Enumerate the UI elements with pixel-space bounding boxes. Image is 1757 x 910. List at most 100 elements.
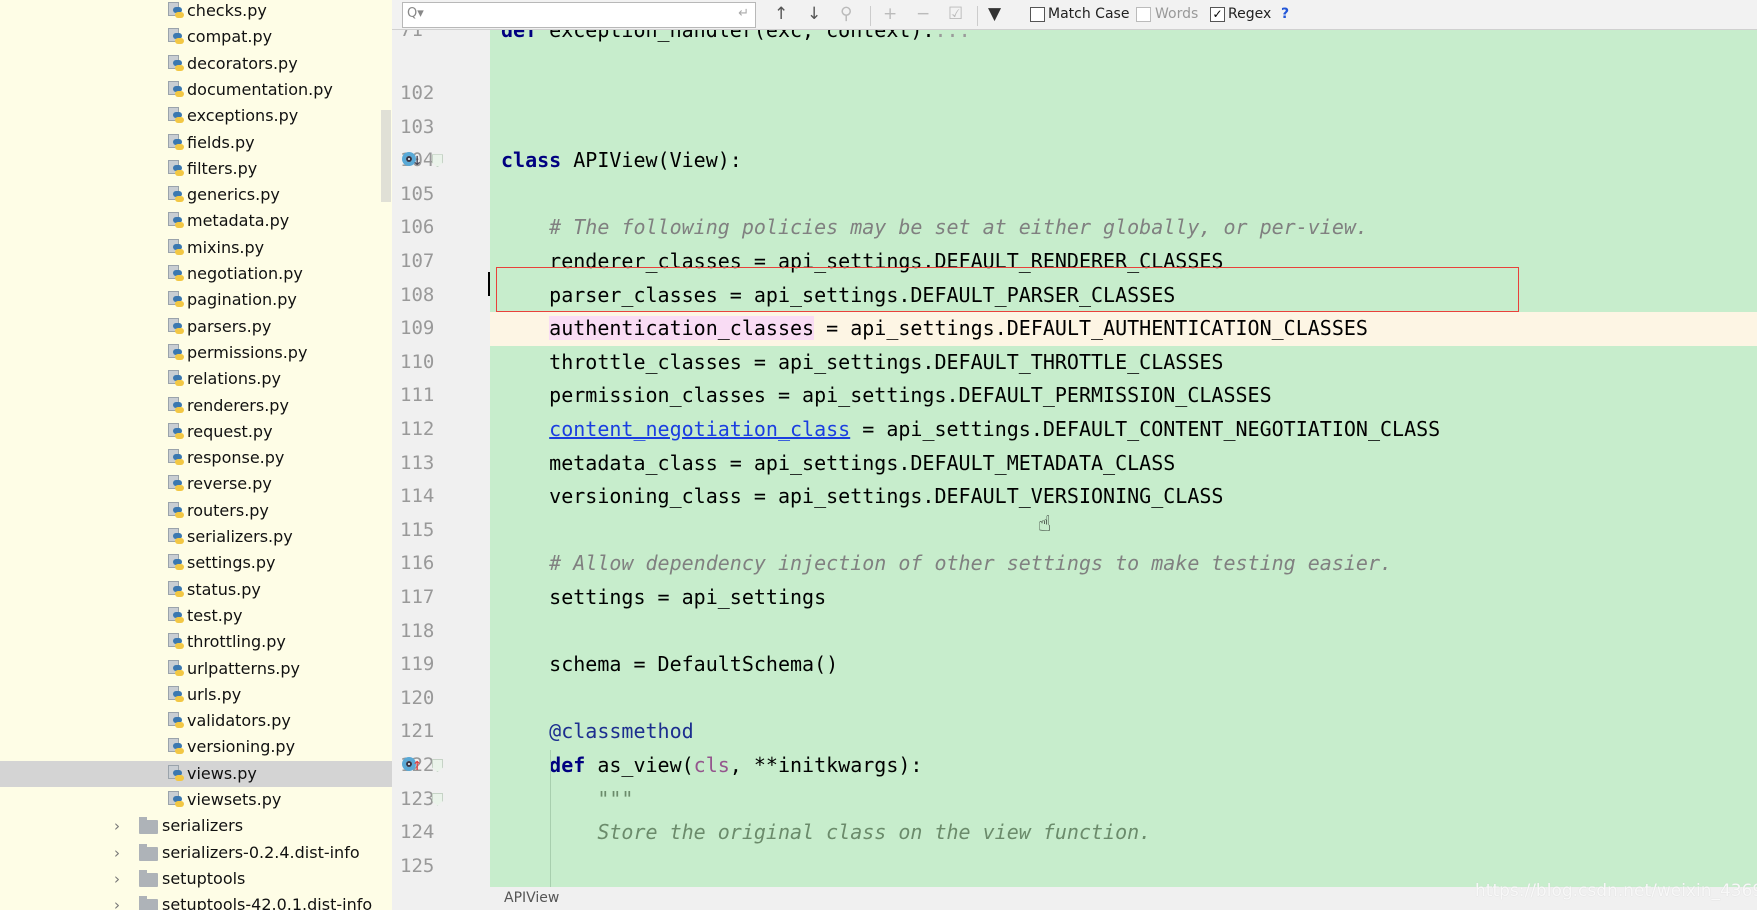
chevron-right-icon[interactable]: › [114, 892, 120, 910]
search-input[interactable]: Q▾ ↵ [402, 2, 756, 28]
code-token: # Allow dependency injection of other se… [501, 551, 1393, 576]
code-line: 105 [392, 178, 1757, 212]
file-item[interactable]: serializers.py [0, 524, 392, 550]
python-file-icon [168, 580, 184, 599]
code-token: APIView(View): [573, 148, 742, 173]
file-item[interactable]: response.py [0, 445, 392, 471]
python-file-icon [168, 528, 184, 546]
file-item[interactable]: routers.py [0, 498, 392, 524]
file-item[interactable]: throttling.py [0, 629, 392, 655]
folder-name: serializers [162, 816, 244, 836]
file-name: versioning.py [187, 737, 296, 757]
match-case-label[interactable]: Match Case [1048, 6, 1129, 22]
code-line: 109 authentication_classes = api_setting… [392, 312, 1757, 346]
code-text: throttle_classes = api_settings.DEFAULT_… [501, 346, 1223, 380]
code-link[interactable]: content_negotiation_class [549, 417, 850, 441]
python-file-icon [168, 80, 184, 99]
regex-label[interactable]: Regex [1228, 6, 1271, 22]
code-token: settings = api_settings [501, 585, 827, 609]
file-item[interactable]: metadata.py [0, 208, 392, 234]
file-item[interactable]: test.py [0, 603, 392, 629]
file-item[interactable]: views.py [0, 760, 392, 787]
file-item[interactable]: request.py [0, 419, 392, 445]
line-number: 111 [400, 384, 435, 407]
file-item[interactable]: settings.py [0, 550, 392, 576]
folder-item[interactable]: › setuptools [0, 866, 392, 892]
chevron-right-icon[interactable]: › [114, 840, 120, 866]
python-file-icon [168, 501, 184, 520]
hand-cursor-icon: ☝ [1038, 512, 1052, 537]
file-name: checks.py [187, 1, 267, 20]
find-toolbar: Q▾ ↵ ↑ ↓ ⚲ + − ☑ ▼ Match Case Words ✓ Re… [392, 0, 1757, 30]
python-file-icon [168, 238, 184, 257]
select-all-occurrences-icon[interactable]: ☑ [948, 4, 963, 24]
file-name: throttling.py [187, 632, 286, 652]
folder-item[interactable]: › setuptools-42.0.1.dist-info [0, 892, 392, 910]
file-item[interactable]: renderers.py [0, 393, 392, 419]
add-occurrence-icon[interactable]: + [883, 4, 897, 24]
file-name: renderers.py [187, 395, 289, 415]
folder-icon [139, 817, 158, 835]
file-name: request.py [187, 421, 273, 441]
file-item[interactable]: documentation.py [0, 77, 392, 103]
file-name: permissions.py [187, 342, 308, 362]
regex-checkbox[interactable]: ✓ [1210, 7, 1225, 22]
new-line-icon[interactable]: ↵ [738, 6, 749, 21]
next-occurrence-icon[interactable]: ↓ [807, 4, 821, 24]
words-label[interactable]: Words [1155, 6, 1198, 22]
file-item[interactable]: reverse.py [0, 471, 392, 497]
match-case-checkbox[interactable] [1030, 7, 1045, 22]
file-item[interactable]: parsers.py [0, 314, 392, 340]
file-item[interactable]: relations.py [0, 366, 392, 392]
code-token: Store the original class on the view fun… [501, 820, 1152, 845]
file-item[interactable]: urlpatterns.py [0, 656, 392, 682]
file-item[interactable]: decorators.py [0, 51, 392, 77]
file-item[interactable]: viewsets.py [0, 787, 392, 813]
python-file-icon [168, 28, 184, 46]
code-text: Store the original class on the view fun… [501, 816, 1151, 850]
filter-icon[interactable]: ▼ [988, 4, 1001, 24]
code-token: = api_settings.DEFAULT_CONTENT_NEGOTIATI… [850, 417, 1441, 441]
code-line: 118 [392, 615, 1757, 649]
file-item[interactable]: mixins.py [0, 235, 392, 261]
breadcrumb-item[interactable]: APIView [504, 890, 559, 906]
file-item[interactable]: fields.py [0, 130, 392, 156]
search-icon[interactable]: Q▾ [407, 6, 424, 21]
code-text: content_negotiation_class = api_settings… [501, 413, 1440, 447]
code-text: class APIView(View): [501, 144, 742, 178]
line-number: 125 [400, 854, 435, 877]
remove-occurrence-icon[interactable]: − [916, 4, 930, 24]
code-token: @classmethod [501, 719, 694, 744]
indent-guide [550, 750, 551, 887]
file-item[interactable]: versioning.py [0, 734, 392, 760]
file-item[interactable]: urls.py [0, 682, 392, 708]
line-number: 121 [400, 720, 435, 743]
file-item[interactable]: checks.py [0, 0, 392, 24]
file-item[interactable]: status.py [0, 577, 392, 603]
file-name: documentation.py [187, 79, 333, 99]
find-all-icon[interactable]: ⚲ [840, 4, 852, 24]
arrow-up-icon: ↑ [412, 755, 423, 775]
regex-help-link[interactable]: ? [1281, 6, 1289, 22]
file-item[interactable]: generics.py [0, 182, 392, 208]
chevron-right-icon[interactable]: › [114, 866, 120, 892]
chevron-right-icon[interactable]: › [114, 813, 120, 839]
file-item[interactable]: permissions.py [0, 340, 392, 366]
folder-item[interactable]: › serializers-0.2.4.dist-info [0, 840, 392, 866]
file-item[interactable]: compat.py [0, 24, 392, 50]
code-line: 124 Store the original class on the view… [392, 816, 1757, 850]
previous-occurrence-icon[interactable]: ↑ [774, 4, 788, 24]
words-checkbox[interactable] [1136, 7, 1151, 22]
python-file-icon [168, 554, 184, 572]
file-item[interactable]: exceptions.py [0, 103, 392, 129]
line-number: 102 [400, 82, 435, 104]
folder-item[interactable]: › serializers [0, 813, 392, 839]
file-item[interactable]: negotiation.py [0, 261, 392, 287]
file-item[interactable]: pagination.py [0, 287, 392, 313]
file-name: status.py [187, 579, 261, 599]
folder-icon [139, 869, 158, 887]
code-text: # Allow dependency injection of other se… [501, 547, 1392, 581]
file-item[interactable]: filters.py [0, 156, 392, 182]
file-item[interactable]: validators.py [0, 708, 392, 734]
